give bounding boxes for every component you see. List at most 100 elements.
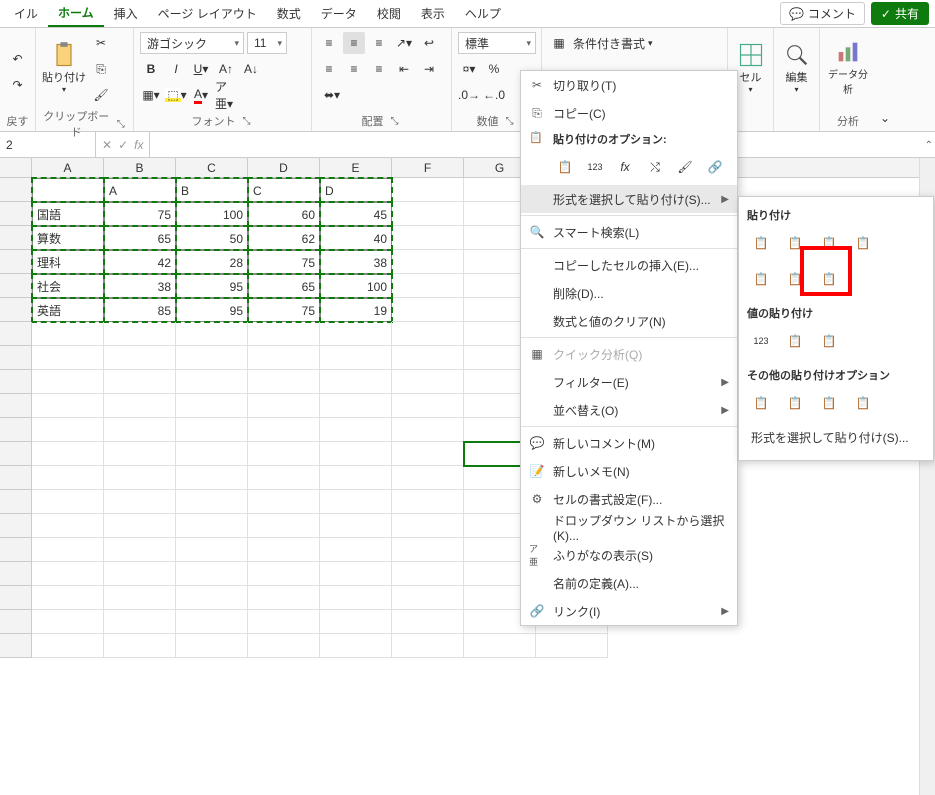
cell[interactable]	[320, 442, 392, 466]
redo-button[interactable]: ↷	[7, 74, 29, 96]
cell[interactable]	[392, 394, 464, 418]
cell[interactable]	[320, 346, 392, 370]
cell[interactable]	[320, 394, 392, 418]
row-header[interactable]	[0, 562, 32, 586]
cell[interactable]: 100	[320, 274, 392, 298]
cm-new-comment[interactable]: 💬新しいコメント(M)	[521, 429, 737, 457]
row-header[interactable]	[0, 442, 32, 466]
cell[interactable]: 19	[320, 298, 392, 322]
cell[interactable]	[104, 394, 176, 418]
row-header[interactable]	[0, 538, 32, 562]
cell[interactable]: 65	[104, 226, 176, 250]
row-header[interactable]	[0, 634, 32, 658]
align-bottom-button[interactable]: ≡	[368, 32, 390, 54]
cell[interactable]	[248, 370, 320, 394]
number-expand[interactable]: ⤡	[503, 116, 517, 127]
underline-button[interactable]: U▾	[190, 58, 212, 80]
tab-insert[interactable]: 挿入	[104, 1, 148, 26]
cell[interactable]	[392, 298, 464, 322]
paste-values[interactable]: 123	[747, 327, 775, 355]
phonetic-button[interactable]: ア亜▾	[215, 84, 237, 106]
col-header[interactable]: A	[32, 158, 104, 177]
align-middle-button[interactable]: ≡	[343, 32, 365, 54]
cell[interactable]	[248, 346, 320, 370]
cell[interactable]	[248, 490, 320, 514]
cell[interactable]	[104, 346, 176, 370]
paste-opt-transpose[interactable]: ⤭	[643, 155, 667, 179]
fx-button[interactable]: fx	[134, 138, 143, 152]
cells-button[interactable]: セル▾	[734, 32, 767, 102]
cell[interactable]	[104, 562, 176, 586]
cell[interactable]	[248, 586, 320, 610]
row-header[interactable]	[0, 418, 32, 442]
orientation-button[interactable]: ↗▾	[393, 32, 415, 54]
cm-smart-lookup[interactable]: 🔍スマート検索(L)	[521, 218, 737, 246]
paste-formatting[interactable]: 📋	[747, 389, 775, 417]
merge-button[interactable]: ⬌▾	[318, 84, 346, 106]
cell[interactable]	[32, 490, 104, 514]
cell[interactable]	[392, 250, 464, 274]
paste-opt-formulas[interactable]: fx	[613, 155, 637, 179]
cancel-formula-button[interactable]: ✕	[102, 138, 112, 152]
cell[interactable]	[176, 586, 248, 610]
row-header[interactable]	[0, 610, 32, 634]
cell[interactable]	[392, 490, 464, 514]
cell[interactable]	[104, 538, 176, 562]
cell[interactable]	[392, 418, 464, 442]
cell[interactable]: 算数	[32, 226, 104, 250]
percent-button[interactable]: %	[483, 58, 505, 80]
cell[interactable]: 100	[176, 202, 248, 226]
cell[interactable]: 38	[104, 274, 176, 298]
cell[interactable]	[104, 322, 176, 346]
cell[interactable]: 62	[248, 226, 320, 250]
increase-font-button[interactable]: A↑	[215, 58, 237, 80]
cell[interactable]	[176, 322, 248, 346]
cm-phonetic[interactable]: ア亜ふりがなの表示(S)	[521, 541, 737, 569]
cell[interactable]	[104, 418, 176, 442]
paste-transpose[interactable]: 📋	[815, 265, 843, 293]
cell[interactable]	[392, 514, 464, 538]
row-header[interactable]	[0, 514, 32, 538]
cell[interactable]	[248, 418, 320, 442]
currency-button[interactable]: ¤▾	[458, 58, 480, 80]
paste-values-source[interactable]: 📋	[815, 327, 843, 355]
expand-formula-bar-button[interactable]: ⌃	[925, 140, 933, 151]
cell[interactable]	[176, 538, 248, 562]
cell[interactable]	[32, 394, 104, 418]
cm-format-cells[interactable]: ⚙セルの書式設定(F)...	[521, 485, 737, 513]
cell[interactable]	[320, 538, 392, 562]
cell[interactable]	[392, 178, 464, 202]
cell[interactable]: 50	[176, 226, 248, 250]
cell[interactable]	[392, 610, 464, 634]
cm-delete[interactable]: 削除(D)...	[521, 279, 737, 307]
tab-home[interactable]: ホーム	[48, 0, 104, 27]
cell[interactable]	[392, 274, 464, 298]
row-header[interactable]	[0, 394, 32, 418]
row-header[interactable]	[0, 298, 32, 322]
cell[interactable]: B	[176, 178, 248, 202]
cell[interactable]	[320, 634, 392, 658]
cm-define-name[interactable]: 名前の定義(A)...	[521, 569, 737, 597]
undo-button[interactable]: ↶	[7, 48, 29, 70]
cell[interactable]	[320, 490, 392, 514]
cell[interactable]	[32, 322, 104, 346]
row-header[interactable]	[0, 202, 32, 226]
cell[interactable]: 45	[320, 202, 392, 226]
italic-button[interactable]: I	[165, 58, 187, 80]
decrease-decimal-button[interactable]: ←.0	[483, 84, 505, 106]
paste-opt-all[interactable]: 📋	[553, 155, 577, 179]
font-size-combo[interactable]: 11	[247, 32, 287, 54]
cell[interactable]	[32, 442, 104, 466]
cell[interactable]: 38	[320, 250, 392, 274]
cell[interactable]	[176, 418, 248, 442]
cm-insert-copied[interactable]: コピーしたセルの挿入(E)...	[521, 251, 737, 279]
cell[interactable]	[176, 346, 248, 370]
decrease-font-button[interactable]: A↓	[240, 58, 262, 80]
ribbon-collapse-button[interactable]: ⌄	[880, 111, 890, 125]
align-center-button[interactable]: ≡	[343, 58, 365, 80]
cell[interactable]	[320, 610, 392, 634]
cell[interactable]	[176, 370, 248, 394]
cm-sort[interactable]: 並べ替え(O)▶	[521, 396, 737, 424]
row-header[interactable]	[0, 274, 32, 298]
fill-color-button[interactable]: ⬚▾	[165, 84, 187, 106]
